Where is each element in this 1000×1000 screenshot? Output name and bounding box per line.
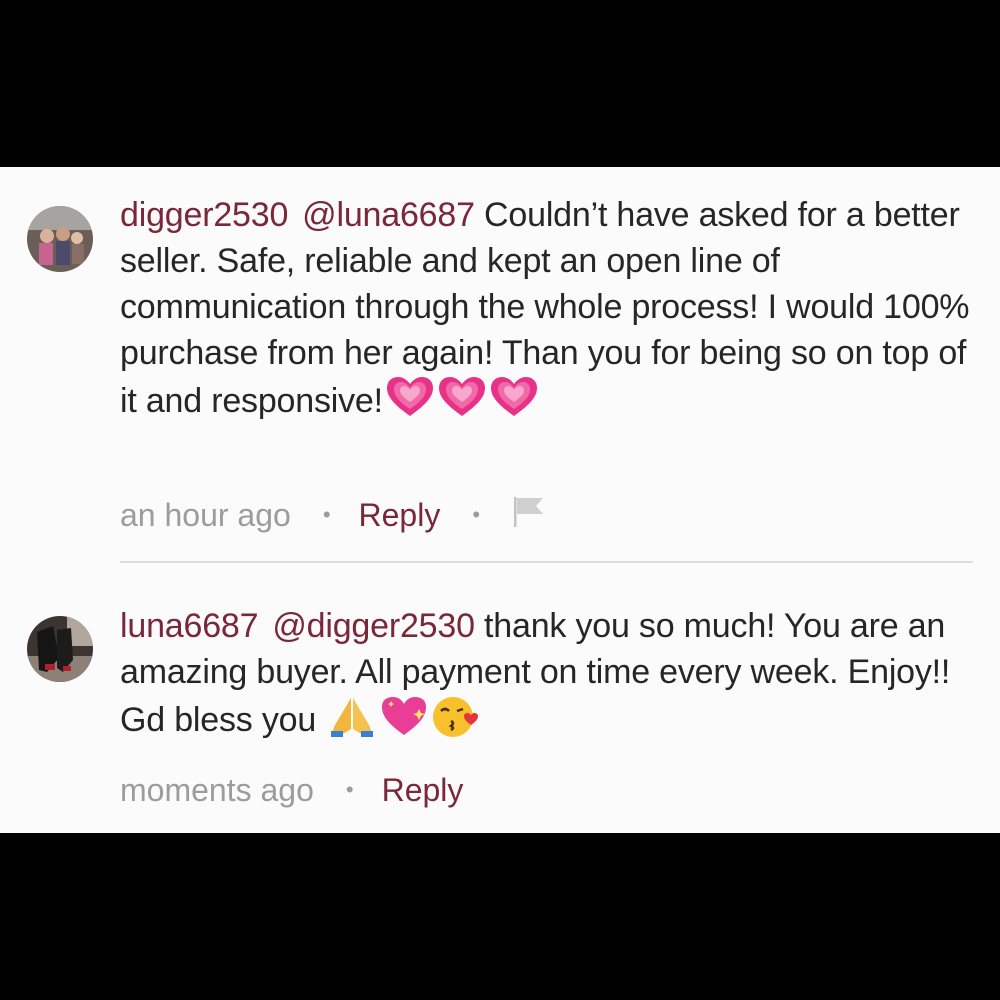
comment-text: luna6687 @digger2530 thank you so much! Y… [120, 603, 980, 743]
folded-hands-emoji [327, 695, 377, 739]
comment-mention[interactable]: @luna6687 [302, 196, 475, 234]
separator-dot: • [322, 502, 331, 527]
sparkling-heart-emoji [379, 695, 429, 739]
growing-heart-emoji [385, 376, 435, 420]
avatar[interactable] [27, 616, 93, 682]
comment-text: digger2530 @luna6687 Couldn’t have asked … [120, 192, 980, 424]
comments-panel: digger2530 @luna6687 Couldn’t have asked … [0, 167, 1000, 833]
reply-button[interactable]: Reply [382, 772, 464, 809]
separator-dot: • [472, 502, 481, 527]
comment-timestamp: moments ago [120, 771, 314, 808]
comment-username[interactable]: luna6687 [120, 607, 259, 645]
reply-button[interactable]: Reply [359, 497, 441, 534]
comment-meta: moments ago • Reply [120, 770, 463, 810]
comment-meta: an hour ago • Reply • [120, 495, 546, 535]
face-blowing-kiss-emoji [431, 695, 481, 739]
comment-timestamp: an hour ago [120, 496, 291, 533]
separator-dot: • [345, 777, 354, 802]
comment-username[interactable]: digger2530 [120, 196, 288, 234]
avatar[interactable] [27, 206, 93, 272]
growing-heart-emoji [437, 376, 487, 420]
comment-mention[interactable]: @digger2530 [272, 607, 475, 645]
growing-heart-emoji [489, 376, 539, 420]
flag-icon[interactable] [510, 493, 546, 537]
comment-divider [120, 561, 973, 563]
